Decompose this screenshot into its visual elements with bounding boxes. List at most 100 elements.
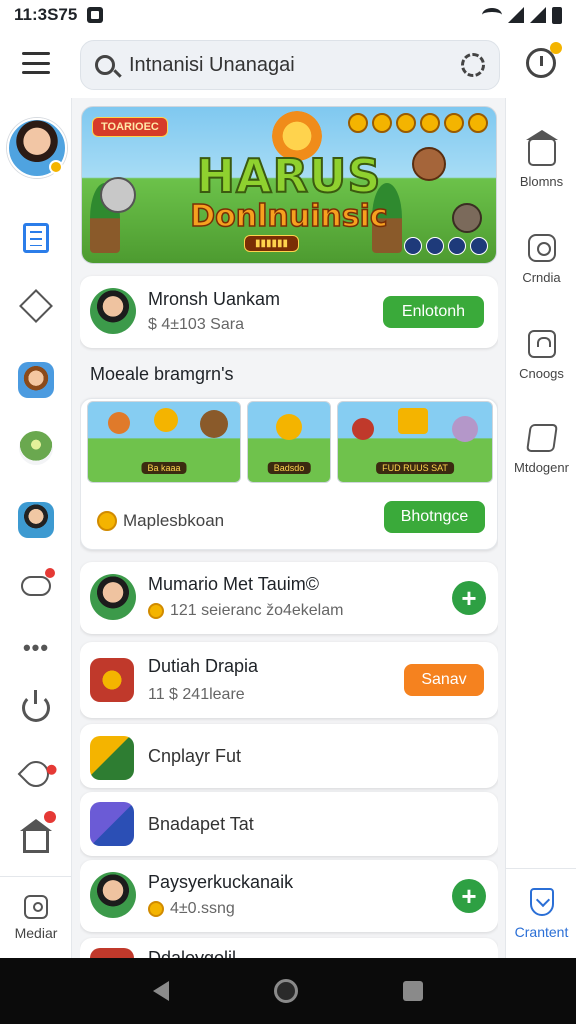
status-bar: 11:3S75: [0, 0, 576, 30]
user-avatar[interactable]: [7, 118, 67, 178]
list-item-title: Bnadapet Tat: [148, 814, 254, 834]
section-title: Moeale bramgrn's: [90, 364, 234, 384]
right-rail-label: Cnoogs: [519, 366, 564, 381]
signal-icon: [508, 7, 524, 23]
settings-gear-icon[interactable]: [461, 53, 485, 77]
rail-game-2[interactable]: [16, 428, 56, 468]
search-input[interactable]: Intnanisi Unanagai: [129, 54, 461, 77]
character-graphic: [352, 418, 374, 440]
rail-media[interactable]: Mediar: [0, 876, 72, 958]
list-item[interactable]: Mumario Met Tauim© 121 seieranc žo4ekela…: [80, 562, 498, 634]
section-footer-label: Maplesbkoan: [123, 511, 225, 530]
list-item[interactable]: Bnadapet Tat: [80, 792, 498, 856]
main-feed[interactable]: TOARIOEC HARUS Donlnuinsic ▮▮▮▮▮▮ Mronsh…: [80, 98, 498, 958]
featured-banner[interactable]: TOARIOEC HARUS Donlnuinsic ▮▮▮▮▮▮: [81, 106, 497, 264]
chest-graphic: [398, 408, 428, 434]
document-icon: [23, 223, 49, 253]
right-rail-item-4[interactable]: Mtdogenr: [506, 424, 576, 475]
right-rail-label: Blomns: [519, 174, 564, 189]
system-nav-bar: [0, 958, 576, 1024]
right-rail-item-3[interactable]: Cnoogs: [506, 330, 576, 381]
list-item-subtitle: 4±0.ssng: [170, 900, 235, 917]
search-bar[interactable]: Intnanisi Unanagai: [80, 40, 500, 90]
banner-tag: TOARIOEC: [92, 117, 168, 137]
list-item-title: Cnplayr Fut: [148, 746, 242, 766]
rail-game-1[interactable]: [16, 360, 56, 400]
list-item[interactable]: Ddaloygolil: [80, 938, 498, 958]
lock-icon: [527, 330, 556, 358]
more-icon: •••: [22, 635, 50, 660]
house-icon: [525, 130, 558, 166]
coin-icon: [148, 901, 164, 917]
person-avatar-icon: [90, 574, 136, 620]
person-avatar-icon: [90, 288, 136, 334]
status-icons: [482, 6, 562, 24]
gift-crate-icon: [90, 658, 134, 702]
list-item[interactable]: Paysyerkuckanaik 4±0.ssng +: [80, 860, 498, 932]
signal-icon-2: [530, 7, 546, 23]
list-item-title: Paysyerkuckanaik: [148, 872, 294, 892]
add-button[interactable]: +: [452, 879, 486, 913]
coin-icon: [148, 603, 164, 619]
person-avatar-icon: [90, 872, 136, 918]
profile-action-button[interactable]: Enlotonh: [383, 296, 484, 328]
cloud-icon: [21, 568, 55, 596]
add-button[interactable]: +: [452, 581, 486, 615]
notification-dot: [44, 811, 56, 823]
character-graphic: [452, 416, 478, 442]
rail-more[interactable]: •••: [16, 628, 56, 668]
profile-card[interactable]: Mronsh Uankam $ 4±103 Sara Enlotonh: [80, 276, 498, 348]
right-rail-label: Mtdogenr: [514, 460, 569, 475]
rail-power[interactable]: [16, 688, 56, 728]
list-item[interactable]: Dutiah Drapia 11 $ 241leare Sanav: [80, 642, 498, 718]
home-circle-icon[interactable]: [273, 979, 298, 1003]
game-thumbnail-2[interactable]: Badsdo: [247, 401, 331, 483]
right-rail-item-2[interactable]: Crndia: [506, 234, 576, 285]
home-icon: [20, 811, 56, 853]
list-item-button[interactable]: Sanav: [404, 664, 484, 696]
power-icon: [22, 690, 50, 722]
right-rail-item-1[interactable]: Blomns: [506, 130, 576, 189]
menu-icon[interactable]: [22, 52, 50, 74]
list-item-subtitle: 11 $ 241leare: [148, 686, 245, 703]
right-rail-content[interactable]: Crantent: [506, 868, 576, 958]
profile-subtitle: $ 4±103 Sara: [148, 316, 244, 333]
rail-cloud[interactable]: [16, 566, 56, 606]
back-icon[interactable]: [152, 981, 169, 1001]
section-action-button[interactable]: Bhotngce: [384, 501, 485, 533]
person-avatar-icon: [18, 502, 54, 538]
recents-icon[interactable]: [403, 981, 424, 1001]
rocket-icon: [17, 755, 57, 793]
rail-media-label: Mediar: [14, 924, 58, 941]
banner-coins: [348, 113, 488, 133]
timer-icon[interactable]: [526, 42, 562, 78]
list-item[interactable]: Cnplayr Fut: [80, 724, 498, 788]
battery-icon: [552, 6, 562, 24]
banner-badges: [404, 237, 488, 255]
rail-home[interactable]: [16, 811, 56, 858]
right-rail-label: Crndia: [522, 270, 561, 285]
rail-document[interactable]: [16, 218, 56, 258]
banner-cta[interactable]: ▮▮▮▮▮▮: [244, 235, 300, 252]
right-rail: Blomns Crndia Cnoogs Mtdogenr Crantent: [505, 98, 576, 958]
paper-plane-icon: [90, 736, 134, 780]
notification-icon: [87, 7, 104, 23]
rail-game-3[interactable]: [16, 500, 56, 540]
game-character-icon: [18, 362, 54, 398]
game-thumbnail-1[interactable]: Ba kaaa: [87, 401, 241, 483]
character-graphic: [154, 408, 178, 432]
rail-diamond[interactable]: [16, 286, 56, 326]
game-icon: [90, 948, 134, 958]
coin-icon: [97, 511, 117, 531]
right-rail-bottom-label: Crantent: [514, 923, 569, 940]
shield-icon: [529, 887, 554, 916]
character-graphic: [200, 410, 228, 438]
rail-rocket[interactable]: [16, 754, 57, 794]
status-time: 11:3S75: [14, 5, 78, 24]
avatar-badge: [49, 160, 63, 174]
character-graphic: [276, 414, 302, 440]
game-thumbnail-3[interactable]: FUD RUUS SAT: [337, 401, 493, 483]
goblin-icon: [19, 431, 53, 465]
media-icon: [24, 894, 48, 919]
wifi-icon: [482, 8, 502, 22]
